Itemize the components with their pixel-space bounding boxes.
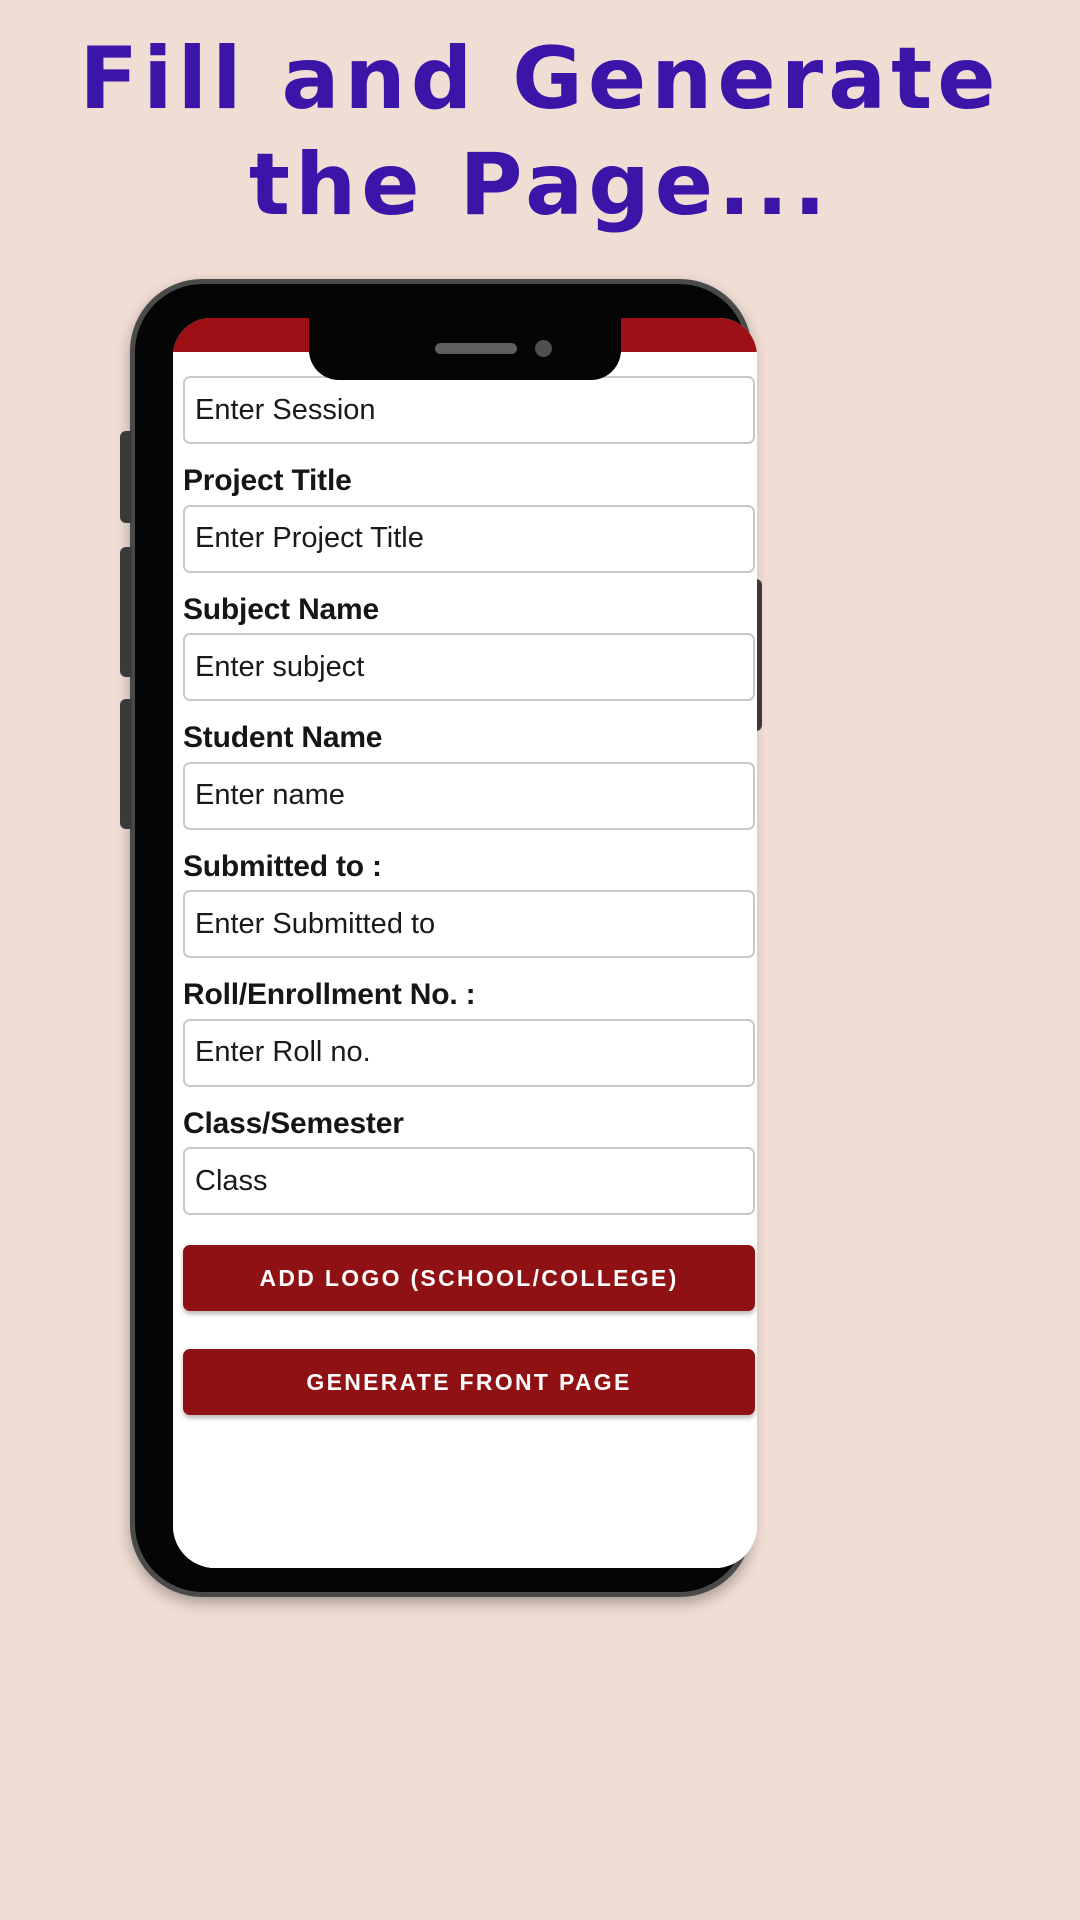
class-semester-input[interactable] bbox=[183, 1147, 755, 1215]
class-semester-label: Class/Semester bbox=[183, 1106, 404, 1140]
phone-body: Project Title Subject Name Student Name bbox=[135, 284, 757, 1592]
phone-screen: Project Title Subject Name Student Name bbox=[173, 318, 757, 1568]
phone-notch bbox=[309, 318, 621, 380]
student-name-input[interactable] bbox=[183, 761, 755, 830]
roll-no-label: Roll/Enrollment No. : bbox=[183, 978, 476, 1011]
subject-name-label: Subject Name bbox=[183, 592, 379, 626]
form-field-submitted-to: Submitted to : bbox=[173, 849, 757, 958]
form-field-project-title: Project Title bbox=[173, 464, 757, 573]
form-field-subject-name: Subject Name bbox=[173, 592, 757, 701]
volume-down-button[interactable] bbox=[120, 699, 132, 829]
add-logo-button[interactable]: ADD LOGO (SCHOOL/COLLEGE) bbox=[183, 1245, 755, 1311]
phone-frame: Project Title Subject Name Student Name bbox=[120, 279, 762, 1597]
page-title-line-1: Fill and Generate bbox=[79, 29, 1001, 129]
page-title: Fill and Generate the Page... bbox=[0, 24, 1080, 242]
form-field-session bbox=[173, 376, 757, 444]
form-field-student-name: Student Name bbox=[173, 721, 757, 830]
roll-no-input[interactable] bbox=[183, 1018, 755, 1087]
student-name-label: Student Name bbox=[183, 721, 383, 754]
project-title-label: Project Title bbox=[183, 464, 352, 497]
subject-name-input[interactable] bbox=[183, 633, 755, 701]
generate-front-page-button[interactable]: GENERATE FRONT PAGE bbox=[183, 1349, 755, 1415]
form-field-list: Project Title Subject Name Student Name bbox=[173, 352, 757, 1415]
mute-switch[interactable] bbox=[120, 431, 132, 523]
page-title-line-2: the Page... bbox=[248, 134, 832, 235]
front-camera-icon bbox=[535, 340, 552, 357]
form-actions: ADD LOGO (SCHOOL/COLLEGE) GENERATE FRONT… bbox=[173, 1245, 757, 1415]
volume-up-button[interactable] bbox=[120, 547, 132, 677]
session-input[interactable] bbox=[183, 376, 755, 444]
phone-mockup: Project Title Subject Name Student Name bbox=[120, 279, 762, 1597]
form-field-class-semester: Class/Semester bbox=[173, 1106, 757, 1215]
speaker-grille-icon bbox=[435, 343, 517, 354]
submitted-to-input[interactable] bbox=[183, 890, 755, 958]
form-field-roll-no: Roll/Enrollment No. : bbox=[173, 978, 757, 1087]
project-title-input[interactable] bbox=[183, 504, 755, 573]
app-content: Project Title Subject Name Student Name bbox=[173, 352, 757, 1568]
submitted-to-label: Submitted to : bbox=[183, 849, 382, 883]
